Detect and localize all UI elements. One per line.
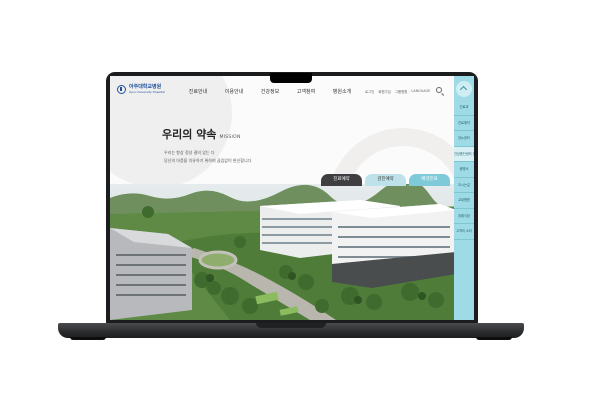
quick-item-reservation[interactable]: 진료예약	[454, 116, 474, 131]
reservation-tabs: 진료예약 검진예약 예약진료	[321, 174, 450, 186]
util-login[interactable]: 로그인	[365, 89, 374, 94]
hospital-logo[interactable]: 아주대학교병원 Ajou University Hospital	[117, 85, 165, 94]
tab-checkup[interactable]: 검진예약	[365, 174, 406, 186]
page-title: 우리의 약속 MISSION	[162, 126, 241, 142]
util-group[interactable]: 그룹병원	[395, 89, 407, 94]
quick-item-funeral[interactable]: 장례식장	[454, 209, 474, 224]
laptop-base-groove	[256, 323, 326, 328]
quick-item-partner[interactable]: 교대병원	[454, 193, 474, 209]
hospital-aerial-photo	[110, 184, 474, 320]
utility-links: 로그인 회원가입 그룹병원 LANGUAGE	[365, 89, 430, 94]
quick-item-certificate[interactable]: 증명서	[454, 162, 474, 178]
util-language[interactable]: LANGUAGE	[411, 89, 430, 94]
title-en: MISSION	[219, 135, 241, 140]
quick-menu: 진료과 진료예약 당뇨센터 건강증진센터 신청 증명서 오시는길 교대병원 장례…	[454, 76, 474, 320]
nav-item-about[interactable]: 병원소개	[324, 88, 360, 95]
laptop-foot-left	[70, 337, 106, 340]
nav-item-customer[interactable]: 고객참여	[288, 88, 324, 95]
tab-appointment[interactable]: 예약진료	[409, 174, 450, 186]
logo-name-en: Ajou University Hospital	[129, 90, 165, 94]
laptop-camera-notch	[270, 73, 312, 83]
quick-item-health-center[interactable]: 건강증진센터 신청	[454, 146, 474, 162]
title-ko: 우리의 약속	[162, 128, 217, 141]
util-signup[interactable]: 회원가입	[378, 89, 390, 94]
quick-item-departments[interactable]: 진료과	[454, 100, 474, 116]
quick-item-directions[interactable]: 오시는길	[454, 178, 474, 193]
quick-item-voice[interactable]: 고객의 소리	[454, 224, 474, 240]
quick-item-diabetes[interactable]: 당뇨센터	[454, 131, 474, 147]
tab-reservation[interactable]: 진료예약	[321, 174, 362, 186]
mission-line-2: 당신의 아픔을 치유하기 위하여 끊임없이 헌신합니다	[164, 158, 252, 163]
logo-emblem-icon	[117, 85, 126, 94]
search-icon[interactable]	[436, 87, 442, 93]
main-nav: 진료안내 이용안내 건강정보 고객참여 병원소개	[180, 88, 360, 95]
nav-item-clinic[interactable]: 진료안내	[180, 88, 216, 95]
quick-menu-list: 진료과 진료예약 당뇨센터 건강증진센터 신청 증명서 오시는길 교대병원 장례…	[454, 100, 474, 240]
laptop-screen: 아주대학교병원 Ajou University Hospital 진료안내 이용…	[110, 76, 474, 320]
chevron-up-icon[interactable]	[456, 81, 472, 97]
mission-line-1: 우리는 항상 정성 결의 있는 다	[164, 150, 215, 155]
nav-item-guide[interactable]: 이용안내	[216, 88, 252, 95]
nav-item-health[interactable]: 건강정보	[252, 88, 288, 95]
laptop-foot-right	[476, 337, 512, 340]
